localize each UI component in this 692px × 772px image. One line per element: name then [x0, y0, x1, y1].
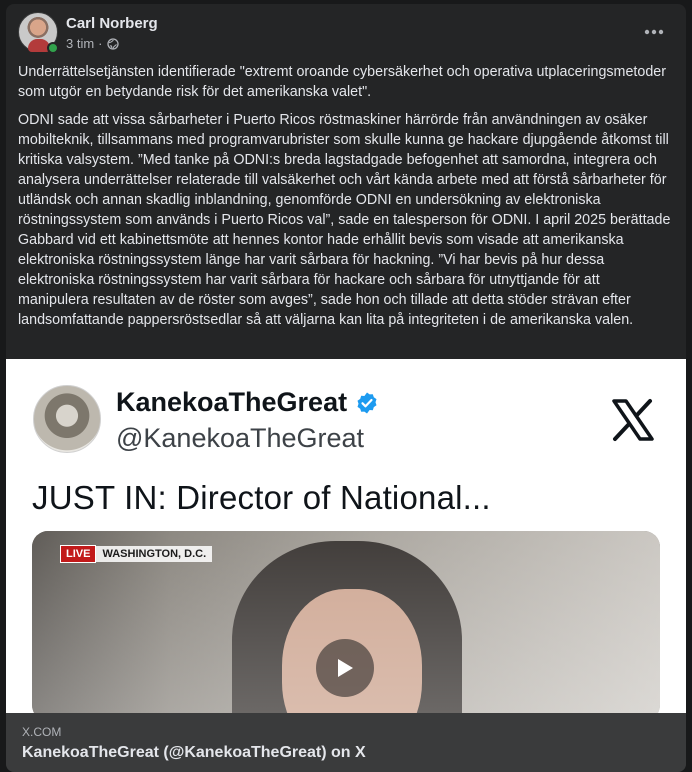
- x-display-name: KanekoaTheGreat: [116, 387, 348, 417]
- video-thumbnail[interactable]: LIVE WASHINGTON, D.C.: [32, 531, 660, 713]
- post-paragraph-1: Underrättelsetjänsten identifierade "ext…: [18, 64, 667, 100]
- play-button[interactable]: [316, 639, 374, 697]
- more-horizontal-icon: [644, 29, 664, 35]
- more-options-button[interactable]: [640, 18, 668, 46]
- facebook-post: Carl Norberg 3 tim · Underrättelsetjänst…: [6, 4, 686, 772]
- live-location: WASHINGTON, D.C.: [96, 546, 213, 562]
- x-post-headline: JUST IN: Director of National...: [32, 479, 491, 516]
- x-logo-icon: [612, 399, 654, 441]
- post-meta: 3 tim ·: [66, 36, 119, 51]
- globe-icon[interactable]: [106, 37, 119, 50]
- live-banner: LIVE WASHINGTON, D.C.: [60, 545, 213, 563]
- link-preview[interactable]: X.COM KanekoaTheGreat (@KanekoaTheGreat)…: [6, 713, 686, 772]
- author-name[interactable]: Carl Norberg: [66, 15, 158, 32]
- play-icon: [338, 659, 353, 677]
- x-display-name-row: KanekoaTheGreat: [116, 387, 379, 418]
- link-domain: X.COM: [22, 725, 62, 739]
- post-header: Carl Norberg 3 tim ·: [18, 12, 674, 58]
- post-time[interactable]: 3 tim: [66, 36, 94, 51]
- post-text: Underrättelsetjänsten identifierade "ext…: [18, 62, 674, 338]
- embedded-x-post-image[interactable]: KanekoaTheGreat @KanekoaTheGreat JUST IN…: [6, 359, 686, 713]
- x-handle: @KanekoaTheGreat: [116, 423, 365, 453]
- post-paragraph-2: ODNI sade att vissa sårbarheter i Puerto…: [18, 112, 671, 328]
- x-profile-avatar: [33, 385, 101, 453]
- live-badge: LIVE: [60, 545, 97, 563]
- meta-separator: ·: [98, 36, 103, 51]
- link-title[interactable]: KanekoaTheGreat (@KanekoaTheGreat) on X: [22, 744, 366, 762]
- verified-badge-icon: [357, 392, 377, 413]
- online-status-dot: [47, 42, 59, 54]
